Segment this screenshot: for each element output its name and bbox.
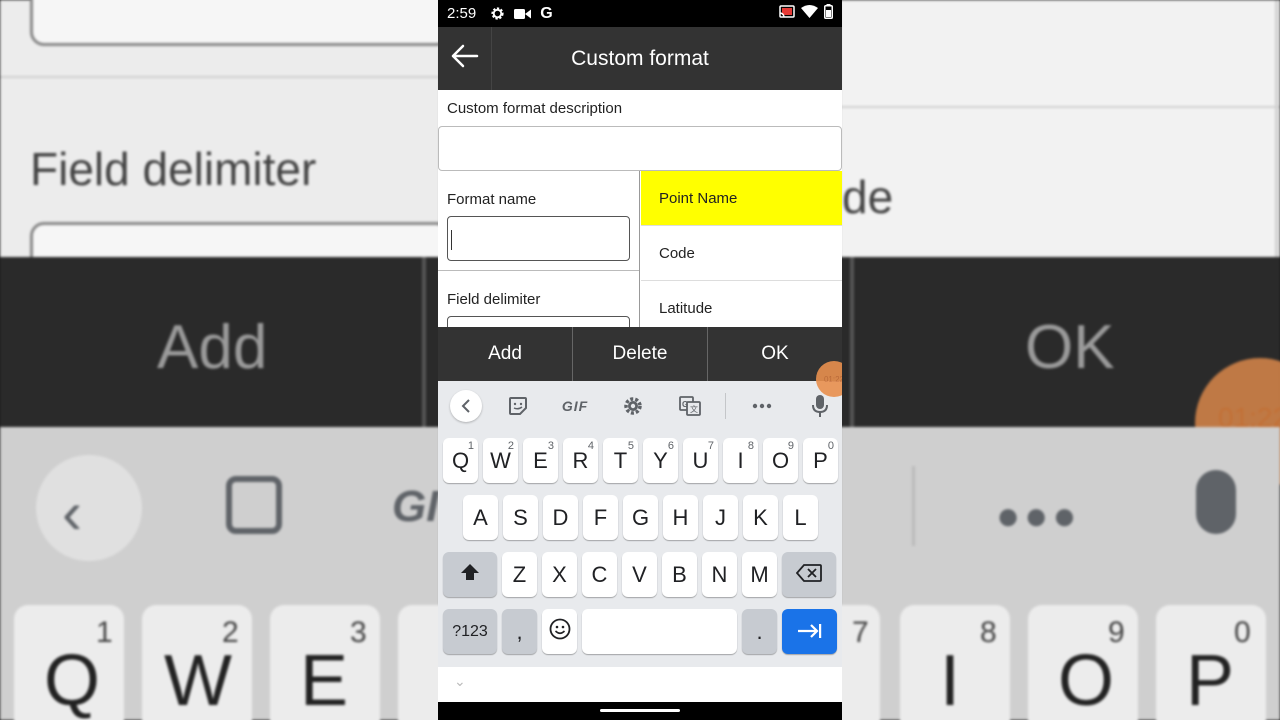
keyboard-toolbar: GIF G文 [438,381,842,431]
key-d[interactable]: D [543,495,578,540]
delete-button[interactable]: Delete [573,327,708,381]
field-item-code[interactable]: Code [641,226,842,281]
key-x[interactable]: X [542,552,577,597]
key-h[interactable]: H [663,495,698,540]
period-key[interactable]: . [742,609,777,654]
format-settings-pane: Format name Field delimiter [438,171,640,327]
key-q[interactable]: Q1 [443,438,478,483]
key-s[interactable]: S [503,495,538,540]
key-a[interactable]: A [463,495,498,540]
page-title: Custom format [571,46,709,70]
phone-screen: 2:59 G Custom format Custom format descr… [438,0,842,720]
field-item-point-name[interactable]: Point Name [641,171,842,226]
add-button[interactable]: Add [438,327,573,381]
key-r[interactable]: R4 [563,438,598,483]
custom-format-description-label: Custom format description [447,100,623,117]
key-o[interactable]: O9 [763,438,798,483]
bg-add-text: Add [157,313,268,382]
key-j[interactable]: J [703,495,738,540]
bg-ok-text: OK [1025,313,1115,382]
chevron-down-icon[interactable]: ⌄ [454,673,466,690]
key-n[interactable]: N [702,552,737,597]
cast-icon [779,5,795,22]
key-b[interactable]: B [662,552,697,597]
video-camera-icon [514,8,532,20]
status-bar: 2:59 G [438,0,842,27]
google-g-icon: G [540,4,553,22]
emoji-key[interactable] [542,609,577,654]
next-field-key[interactable] [782,609,837,654]
status-time: 2:59 [447,5,477,22]
field-item-latitude[interactable]: Latitude [641,281,842,327]
field-delimiter-input[interactable] [447,316,630,327]
bg-field-delimiter-text: Field delimiter [30,143,317,195]
backspace-icon [795,562,822,588]
comma-key[interactable]: , [502,609,537,654]
navigation-area: ⌄ [438,667,842,702]
key-k[interactable]: K [743,495,778,540]
symbols-key[interactable]: ?123 [443,609,497,654]
shift-icon [460,562,480,588]
bg-code-fragment: de [842,171,894,223]
background-blur-left: Field delimiter Add ‹ GI Q 1 W 2 E 3 [0,0,440,720]
system-gesture-bar [438,702,842,720]
key-p[interactable]: P0 [803,438,838,483]
pane-divider [438,270,639,271]
emoji-icon [549,618,571,646]
key-z[interactable]: Z [502,552,537,597]
key-f[interactable]: F [583,495,618,540]
space-key[interactable] [582,609,737,654]
sticker-icon[interactable] [506,390,530,422]
field-list: Point Name Code Latitude [641,171,842,327]
format-name-label: Format name [447,191,537,208]
chevron-left-icon[interactable] [450,390,482,422]
wifi-icon [801,5,818,22]
format-name-input[interactable] [447,216,630,261]
key-l[interactable]: L [783,495,818,540]
key-e[interactable]: E3 [523,438,558,483]
key-t[interactable]: T5 [603,438,638,483]
toolbar-divider [725,393,726,419]
battery-icon [824,4,833,23]
field-delimiter-label: Field delimiter [447,291,541,308]
soft-keyboard: GIF G文 Q1 W2 E3 R4 T5 Y6 U 7 I 8 O 9 P 0… [438,381,842,667]
back-button[interactable] [438,27,492,90]
video-frame: Field delimiter Add ‹ GI Q 1 W 2 E 3 de … [0,0,1280,720]
key-v[interactable]: V [622,552,657,597]
gif-icon[interactable]: GIF [558,390,592,422]
key-c[interactable]: C [582,552,617,597]
key-u[interactable]: U7 [683,438,718,483]
backspace-key[interactable] [782,552,836,597]
app-bar: Custom format [438,27,842,90]
background-blur-right: de OK 01:22 ●●● 7 I 8 O 9 P 0 [840,0,1280,720]
gear-icon [490,6,505,21]
svg-text:文: 文 [690,404,698,414]
svg-text:G: G [682,400,688,409]
key-i[interactable]: I8 [723,438,758,483]
key-m[interactable]: M [742,552,777,597]
gear-icon[interactable] [621,390,645,422]
key-w[interactable]: W2 [483,438,518,483]
shift-key[interactable] [443,552,497,597]
arrow-left-icon [451,44,479,73]
translate-icon[interactable]: G文 [678,390,702,422]
text-cursor [451,230,452,250]
key-g[interactable]: G [623,495,658,540]
action-button-bar: Add Delete OK [438,327,842,381]
more-icon[interactable] [750,390,774,422]
key-y[interactable]: Y6 [643,438,678,483]
bg-gif-fragment: GI [392,482,439,531]
home-indicator[interactable] [600,709,680,712]
custom-format-description-input[interactable] [438,126,842,171]
tab-arrow-icon [797,619,823,645]
